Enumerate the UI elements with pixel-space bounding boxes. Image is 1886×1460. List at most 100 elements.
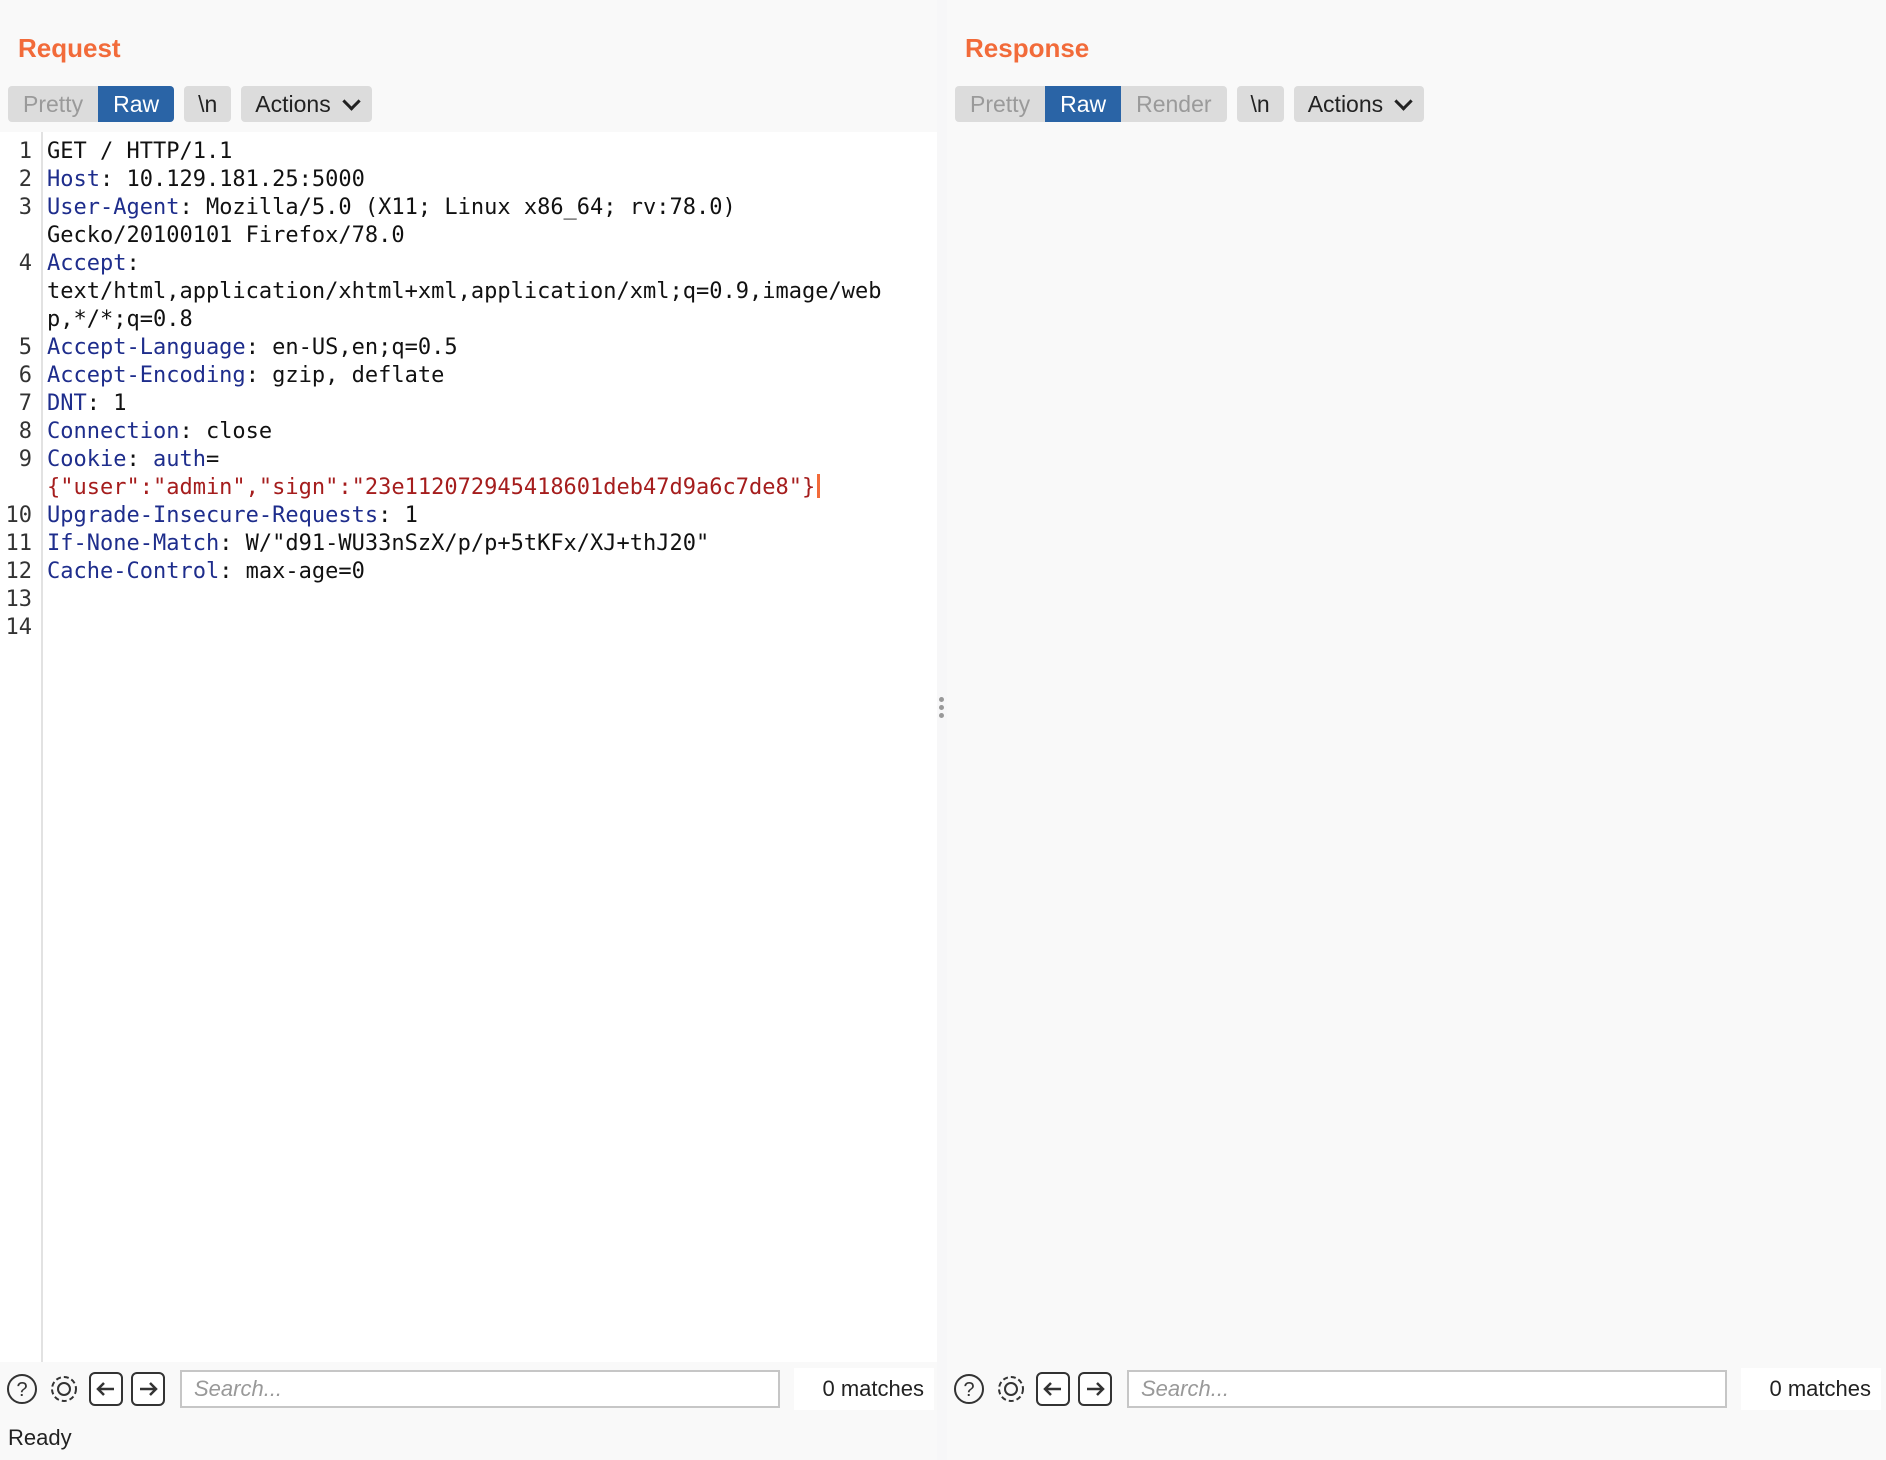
actions-button[interactable]: Actions — [1293, 86, 1425, 122]
pane-resize-handle[interactable] — [939, 694, 945, 721]
line-number: 13 — [5, 587, 33, 612]
line-code: p,*/*;q=0.8 — [47, 306, 193, 334]
status-text: Ready — [8, 1425, 72, 1450]
request-title: Request — [18, 33, 121, 63]
line-text: : max-age=0 — [219, 559, 365, 584]
line-code: Accept: — [47, 250, 140, 278]
line-text: text/html,application/xhtml+xml,applicat… — [47, 279, 882, 304]
line-number: 12 — [5, 559, 33, 584]
line-code: User-Agent: Mozilla/5.0 (X11; Linux x86_… — [47, 194, 736, 222]
chevron-down-icon — [1394, 91, 1413, 111]
search-input[interactable] — [180, 1370, 780, 1408]
match-count: 0 matches — [1741, 1368, 1881, 1410]
request-search-bar: ? 0 matches — [0, 1368, 934, 1410]
response-view-tabs: Pretty Raw Render — [955, 86, 1227, 122]
line-text: p,*/*;q=0.8 — [47, 307, 193, 332]
header-key: User-Agent — [47, 195, 180, 220]
line-text: : 1 — [86, 391, 127, 416]
next-match-arrow-icon[interactable] — [130, 1371, 166, 1407]
gear-icon[interactable] — [993, 1371, 1029, 1407]
header-key: If-None-Match — [47, 531, 220, 556]
actions-label: Actions — [255, 91, 331, 117]
gear-icon[interactable] — [46, 1371, 82, 1407]
previous-match-arrow-icon[interactable] — [1035, 1371, 1071, 1407]
tab-render[interactable]: Render — [1121, 86, 1226, 122]
line-number: 3 — [18, 195, 32, 220]
tab-raw[interactable]: Raw — [1045, 86, 1122, 122]
newline-toggle-button[interactable]: \n — [184, 86, 232, 122]
text-cursor — [817, 474, 821, 498]
line-code: If-None-Match: W/"d91-WU33nSzX/p/p+5tKFx… — [47, 530, 709, 558]
line-code: Connection: close — [47, 418, 272, 446]
request-view-tabs: Pretty Raw — [8, 86, 175, 122]
line-number: 14 — [5, 615, 33, 640]
header-key: DNT — [47, 391, 87, 416]
line-number: 7 — [18, 391, 32, 416]
previous-match-arrow-icon[interactable] — [88, 1371, 124, 1407]
header-key: Accept — [47, 251, 127, 276]
response-title: Response — [965, 33, 1090, 63]
line-code: Gecko/20100101 Firefox/78.0 — [47, 222, 405, 250]
line-text: : — [126, 251, 140, 276]
line-text: : 10.129.181.25:5000 — [99, 167, 365, 192]
cookie-value: {"user":"admin","sign":"23e1120729454186… — [47, 475, 816, 500]
line-number: 5 — [18, 335, 32, 360]
header-key: Host — [47, 167, 100, 192]
line-code: text/html,application/xhtml+xml,applicat… — [47, 278, 881, 306]
line-code: Accept-Language: en-US,en;q=0.5 — [47, 334, 458, 362]
line-code: DNT: 1 — [47, 390, 127, 418]
svg-text:?: ? — [16, 1379, 27, 1401]
line-text: GET / HTTP/1.1 — [47, 139, 233, 164]
response-search-bar: ? 0 matches — [947, 1368, 1881, 1410]
line-code: Accept-Encoding: gzip, deflate — [47, 362, 444, 390]
help-icon[interactable]: ? — [951, 1371, 987, 1407]
line-number: 6 — [18, 363, 32, 388]
line-text: : gzip, deflate — [245, 363, 445, 388]
help-icon[interactable]: ? — [4, 1371, 40, 1407]
request-pane: Request Pretty Raw \n Actions 1 GET / HTT… — [0, 0, 937, 1460]
match-count: 0 matches — [794, 1368, 934, 1410]
line-text: Gecko/20100101 Firefox/78.0 — [47, 223, 405, 248]
actions-button[interactable]: Actions — [241, 86, 372, 122]
actions-label: Actions — [1307, 91, 1384, 117]
header-key: Upgrade-Insecure-Requests — [47, 503, 379, 528]
line-code: GET / HTTP/1.1 — [47, 138, 232, 166]
response-editor[interactable] — [947, 132, 1886, 1362]
header-key: Connection — [47, 419, 180, 444]
response-tabbar: Pretty Raw Render \n Actions — [955, 86, 1425, 122]
line-number: 4 — [18, 251, 32, 276]
header-key: Accept-Language — [47, 335, 246, 360]
svg-text:?: ? — [963, 1379, 974, 1401]
cookie-name: auth — [152, 447, 206, 472]
tab-pretty[interactable]: Pretty — [8, 86, 98, 122]
header-key: Cookie — [47, 447, 127, 472]
header-key: Accept-Encoding — [47, 363, 246, 388]
chevron-down-icon — [342, 91, 361, 111]
line-code: {"user":"admin","sign":"23e1120729454186… — [47, 474, 821, 502]
header-key: Cache-Control — [47, 559, 220, 584]
line-number: 1 — [18, 139, 32, 164]
newline-toggle-button[interactable]: \n — [1236, 86, 1284, 122]
line-text: : Mozilla/5.0 (X11; Linux x86_64; rv:78.… — [179, 195, 736, 220]
line-code: Cookie: auth= — [47, 447, 220, 472]
request-editor[interactable]: 1 GET / HTTP/1.1 2 Host: 10.129.181.25:5000… — [0, 132, 937, 1362]
line-number: 10 — [5, 503, 33, 528]
next-match-arrow-icon[interactable] — [1077, 1371, 1113, 1407]
line-code: Upgrade-Insecure-Requests: 1 — [47, 502, 418, 530]
line-number: 11 — [5, 531, 33, 556]
line-text: : 1 — [378, 503, 418, 528]
search-input[interactable] — [1127, 1370, 1727, 1408]
line-number: 9 — [18, 447, 32, 472]
gutter-divider — [41, 132, 43, 1362]
line-text: : W/"d91-WU33nSzX/p/p+5tKFx/XJ+thJ20" — [219, 531, 710, 556]
tab-pretty[interactable]: Pretty — [955, 86, 1045, 122]
line-code: Cache-Control: max-age=0 — [47, 558, 365, 586]
tab-raw[interactable]: Raw — [98, 86, 175, 122]
line-number: 2 — [18, 167, 32, 192]
line-number: 8 — [18, 419, 32, 444]
response-pane: Response Pretty Raw Render \n Actions ? … — [947, 0, 1886, 1460]
line-text: : en-US,en;q=0.5 — [245, 335, 458, 360]
line-text: : close — [179, 419, 273, 444]
line-code: Host: 10.129.181.25:5000 — [47, 166, 365, 194]
request-tabbar: Pretty Raw \n Actions — [8, 86, 372, 122]
